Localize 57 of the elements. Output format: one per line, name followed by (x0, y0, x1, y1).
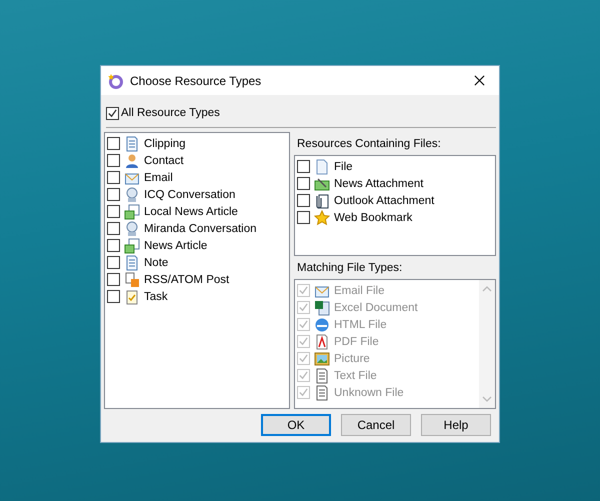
list-item: Text File (334, 370, 377, 382)
close-icon[interactable] (474, 75, 485, 86)
list-item[interactable]: Task (144, 290, 168, 302)
task-icon (124, 288, 140, 304)
list-item: Picture (334, 352, 370, 364)
checkbox[interactable] (297, 194, 310, 207)
list-item[interactable]: Web Bookmark (334, 212, 412, 224)
list-item[interactable]: News Attachment (334, 178, 424, 190)
checkbox[interactable] (107, 222, 120, 235)
spreadsheet-icon (314, 300, 330, 316)
checkbox[interactable] (106, 106, 119, 120)
dialog-button[interactable]: Cancel (341, 414, 411, 436)
checkbox-label: All Resource Types (121, 107, 220, 119)
pdf-icon (314, 334, 330, 350)
list-item[interactable]: RSS/ATOM Post (144, 274, 230, 286)
ring-icon (108, 72, 124, 88)
checkbox[interactable] (107, 188, 120, 201)
list-item[interactable]: Clipping (144, 138, 186, 150)
checkbox[interactable] (107, 205, 120, 218)
dialog-button[interactable]: OK (261, 414, 331, 436)
list-item[interactable]: Outlook Attachment (334, 194, 434, 206)
list-item[interactable]: File (334, 160, 353, 172)
list-item: Email File (334, 284, 384, 296)
section-label: Resources Containing Files: (296, 137, 442, 152)
list-item: PDF File (334, 336, 379, 348)
document-icon (124, 136, 140, 152)
paperclip-icon (314, 192, 330, 208)
list-item[interactable]: Local News Article (144, 206, 238, 218)
checkbox[interactable] (297, 160, 310, 173)
dialog-button[interactable]: Help (421, 414, 491, 436)
list-item[interactable]: Miranda Conversation (144, 222, 257, 234)
list-item[interactable]: News Article (144, 240, 208, 252)
checkbox[interactable] (107, 154, 120, 167)
list-item: Excel Document (334, 302, 418, 314)
checkbox[interactable] (107, 290, 120, 303)
document-icon (124, 254, 140, 270)
list-item[interactable]: Note (144, 256, 168, 268)
list-item[interactable]: ICQ Conversation (144, 188, 236, 200)
checkbox[interactable] (107, 137, 120, 150)
list-item[interactable]: Email (144, 172, 173, 184)
list-item[interactable]: Contact (144, 154, 184, 166)
star-icon (314, 210, 330, 226)
checkbox[interactable] (297, 177, 310, 190)
person-icon (124, 152, 140, 168)
section-label: Matching File Types: (296, 261, 404, 276)
checkbox[interactable] (107, 256, 120, 269)
window-title: Choose Resource Types (130, 74, 262, 88)
page-icon (314, 158, 330, 174)
list-item: Unknown File (334, 386, 404, 398)
picture-icon (314, 350, 330, 366)
list-item: HTML File (334, 318, 387, 330)
text-file-icon (314, 384, 330, 400)
checkbox[interactable] (107, 273, 120, 286)
checkbox[interactable] (107, 171, 120, 184)
checkbox[interactable] (297, 211, 310, 224)
checkbox[interactable] (107, 239, 120, 252)
text-file-icon (314, 368, 330, 384)
